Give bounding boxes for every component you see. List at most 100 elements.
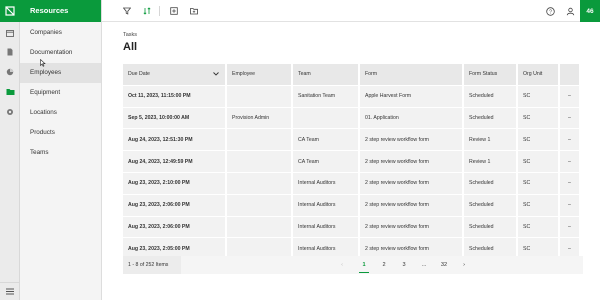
table-row[interactable]: Sep 5, 2023, 10:00:00 AM Provision Admin 0… bbox=[123, 107, 583, 130]
pagination-bar: 1 - 8 of 252 Items ‹ 1 2 3 ... 32 › bbox=[123, 256, 583, 274]
cell-form: 2 step review workflow form bbox=[360, 151, 464, 172]
page-button-1[interactable]: 1 bbox=[355, 256, 373, 274]
cell-form-status: Scheduled bbox=[464, 216, 518, 238]
cell-org-unit: SC bbox=[518, 85, 560, 107]
header-team[interactable]: Team bbox=[293, 64, 360, 85]
row-actions-button[interactable]: – bbox=[560, 172, 581, 194]
page-ellipsis: ... bbox=[421, 262, 427, 268]
folder-icon[interactable] bbox=[4, 86, 16, 98]
nav-item-equipment[interactable]: Equipment bbox=[20, 83, 101, 103]
document-icon[interactable] bbox=[4, 46, 16, 58]
panel-title: Resources bbox=[20, 0, 101, 22]
cell-due-date: Sep 5, 2023, 10:00:00 AM bbox=[123, 107, 227, 129]
cell-employee bbox=[227, 194, 293, 216]
add-task-icon[interactable] bbox=[168, 5, 180, 17]
header-form[interactable]: Form bbox=[360, 64, 464, 85]
chart-icon[interactable] bbox=[4, 66, 16, 78]
tasks-table: Due Date Employee Team Form Form Status … bbox=[123, 64, 583, 261]
folder-add-icon[interactable] bbox=[188, 5, 200, 17]
table-row[interactable]: Aug 23, 2023, 2:06:00 PM Internal Auditor… bbox=[123, 194, 583, 217]
cell-employee bbox=[227, 151, 293, 172]
row-actions-button[interactable]: – bbox=[560, 107, 581, 129]
logo-icon[interactable] bbox=[0, 0, 20, 22]
cell-org-unit: SC bbox=[518, 216, 560, 238]
cell-org-unit: SC bbox=[518, 107, 560, 129]
cell-form-status: Scheduled bbox=[464, 172, 518, 194]
cell-team: Sanitation Team bbox=[293, 85, 360, 107]
page-title: All bbox=[123, 41, 138, 53]
cell-form: 2 step review workflow form bbox=[360, 129, 464, 151]
header-org-unit[interactable]: Org Unit bbox=[518, 64, 560, 85]
nav-item-documentation[interactable]: Documentation bbox=[20, 43, 101, 63]
table-row[interactable]: Oct 11, 2023, 11:15:00 PM Sanitation Team… bbox=[123, 85, 583, 108]
header-due-date[interactable]: Due Date bbox=[123, 64, 227, 85]
cell-due-date: Oct 11, 2023, 11:15:00 PM bbox=[123, 85, 227, 107]
row-actions-button[interactable]: – bbox=[560, 85, 581, 107]
notification-count-badge[interactable]: 46 bbox=[580, 0, 600, 22]
cell-form-status: Review 1 bbox=[464, 151, 518, 172]
page-button-3[interactable]: 3 bbox=[395, 256, 413, 274]
nav-item-locations[interactable]: Locations bbox=[20, 103, 101, 123]
filter-icon[interactable] bbox=[121, 5, 133, 17]
icon-rail bbox=[0, 0, 20, 300]
header-employee[interactable]: Employee bbox=[227, 64, 293, 85]
cell-org-unit: SC bbox=[518, 129, 560, 151]
nav-item-products[interactable]: Products bbox=[20, 123, 101, 143]
cell-due-date: Aug 23, 2023, 2:06:00 PM bbox=[123, 216, 227, 238]
cell-form-status: Scheduled bbox=[464, 194, 518, 216]
breadcrumb[interactable]: Tasks bbox=[123, 32, 137, 38]
cell-team bbox=[293, 107, 360, 129]
resources-panel: Resources Companies Documentation Employ… bbox=[20, 0, 102, 300]
cell-form-status: Review 1 bbox=[464, 129, 518, 151]
mouse-cursor-icon bbox=[40, 59, 46, 67]
cell-employee bbox=[227, 85, 293, 107]
next-page-button[interactable]: › bbox=[455, 256, 473, 274]
chevron-down-icon[interactable] bbox=[213, 72, 219, 77]
pagination-summary: 1 - 8 of 252 Items bbox=[123, 256, 181, 274]
cell-team: CA Team bbox=[293, 129, 360, 151]
user-icon[interactable] bbox=[564, 5, 576, 17]
cell-org-unit: SC bbox=[518, 172, 560, 194]
cell-employee: Provision Admin bbox=[227, 107, 293, 129]
table-row[interactable]: Aug 23, 2023, 2:10:00 PM Internal Auditor… bbox=[123, 172, 583, 195]
calendar-icon[interactable] bbox=[4, 27, 16, 39]
header-form-status[interactable]: Form Status bbox=[464, 64, 518, 85]
row-actions-button[interactable]: – bbox=[560, 194, 581, 216]
nav-item-teams[interactable]: Teams bbox=[20, 143, 101, 163]
prev-page-button[interactable]: ‹ bbox=[333, 256, 351, 274]
cell-team: Internal Auditors bbox=[293, 194, 360, 216]
top-toolbar: ? 46 bbox=[102, 0, 600, 22]
row-actions-button[interactable]: – bbox=[560, 129, 581, 151]
table-row[interactable]: Aug 24, 2023, 12:51:30 PM CA Team 2 step r… bbox=[123, 129, 583, 152]
nav-item-employees[interactable]: Employees bbox=[20, 63, 101, 83]
cell-team: Internal Auditors bbox=[293, 172, 360, 194]
cell-form: 2 step review workflow form bbox=[360, 172, 464, 194]
svg-text:?: ? bbox=[549, 9, 552, 15]
help-icon[interactable]: ? bbox=[544, 5, 556, 17]
cell-form: 2 step review workflow form bbox=[360, 216, 464, 238]
main-content: Tasks All Due Date Employee Team Form Fo… bbox=[102, 22, 600, 300]
cell-employee bbox=[227, 129, 293, 151]
table-row[interactable]: Aug 23, 2023, 2:06:00 PM Internal Auditor… bbox=[123, 216, 583, 239]
cell-form: Apple Harvest Form bbox=[360, 85, 464, 107]
page-button-32[interactable]: 32 bbox=[435, 256, 453, 274]
nav-item-companies[interactable]: Companies bbox=[20, 23, 101, 43]
cell-form-status: Scheduled bbox=[464, 85, 518, 107]
row-actions-button[interactable]: – bbox=[560, 216, 581, 238]
row-actions-button[interactable]: – bbox=[560, 151, 581, 172]
header-actions bbox=[560, 64, 581, 85]
page-button-2[interactable]: 2 bbox=[375, 256, 393, 274]
cell-team: CA Team bbox=[293, 151, 360, 172]
cell-form-status: Scheduled bbox=[464, 107, 518, 129]
cell-org-unit: SC bbox=[518, 151, 560, 172]
gear-icon[interactable] bbox=[4, 106, 16, 118]
cell-form: 01. Application bbox=[360, 107, 464, 129]
cell-team: Internal Auditors bbox=[293, 216, 360, 238]
menu-icon[interactable] bbox=[0, 282, 20, 300]
sort-icon[interactable] bbox=[141, 5, 153, 17]
table-header-row: Due Date Employee Team Form Form Status … bbox=[123, 64, 583, 86]
cell-due-date: Aug 23, 2023, 2:10:00 PM bbox=[123, 172, 227, 194]
table-row[interactable]: Aug 24, 2023, 12:49:59 PM CA Team 2 step r… bbox=[123, 151, 583, 173]
cell-employee bbox=[227, 172, 293, 194]
cell-due-date: Aug 23, 2023, 2:06:00 PM bbox=[123, 194, 227, 216]
